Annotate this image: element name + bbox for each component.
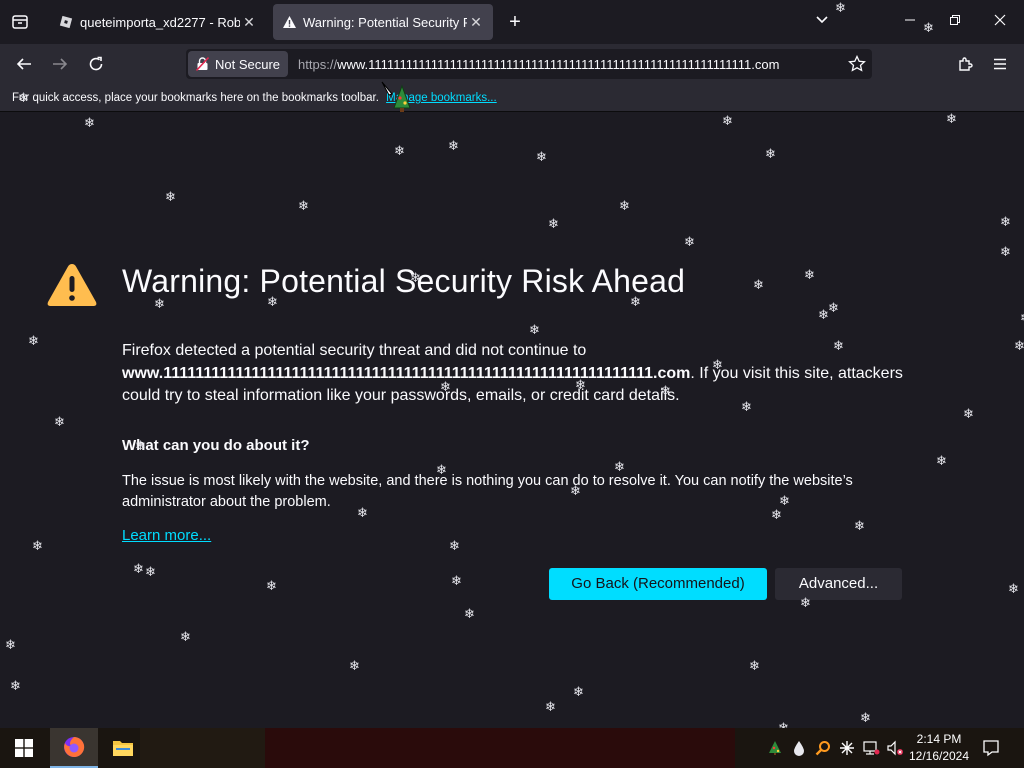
clock-time: 2:14 PM xyxy=(916,732,962,746)
firefox-view-button[interactable] xyxy=(0,0,40,44)
blocked-domain: www.111111111111111111111111111111111111… xyxy=(122,364,691,382)
what-can-you-do-body: The issue is most likely with the websit… xyxy=(122,473,853,510)
taskbar-firefox-button[interactable] xyxy=(50,728,98,768)
go-back-button[interactable]: Go Back (Recommended) xyxy=(549,568,767,600)
error-page: Warning: Potential Security Risk Ahead F… xyxy=(0,113,1024,728)
what-can-you-do-heading: What can you do about it? xyxy=(122,437,310,454)
site-security-button[interactable]: Not Secure xyxy=(188,51,289,77)
windows-logo-icon xyxy=(15,739,33,757)
advanced-button[interactable]: Advanced... xyxy=(775,568,902,600)
tab-title: queteimporta_xd2277 - Roblox xyxy=(80,14,240,30)
start-button[interactable] xyxy=(0,728,48,768)
intro-paragraph: Firefox detected a potential security th… xyxy=(122,340,912,408)
plus-icon: + xyxy=(509,11,521,33)
restore-button[interactable] xyxy=(940,10,970,34)
learn-more-link[interactable]: Learn more... xyxy=(122,527,211,544)
firefox-view-icon xyxy=(12,15,28,29)
tray-search-icon[interactable] xyxy=(812,728,834,768)
chevron-down-icon xyxy=(816,16,828,24)
tab-security-warning[interactable]: Warning: Potential Security Risk Ahead ✕ xyxy=(273,4,493,40)
tray-tree-icon[interactable] xyxy=(764,728,786,768)
notification-icon xyxy=(983,740,999,757)
warning-icon xyxy=(281,14,297,30)
taskbar-clock[interactable]: 2:14 PM 12/16/2024 xyxy=(906,731,972,765)
extensions-button[interactable] xyxy=(954,52,978,76)
back-button[interactable] xyxy=(12,52,36,76)
folder-icon xyxy=(113,741,133,756)
network-icon[interactable] xyxy=(860,728,882,768)
tray-droplet-icon[interactable] xyxy=(788,728,810,768)
tray-sparkle-icon[interactable] xyxy=(836,728,858,768)
close-window-button[interactable] xyxy=(985,10,1015,34)
url-text[interactable]: https://www.1111111111111111111111111111… xyxy=(298,57,872,72)
minimize-icon xyxy=(905,19,915,21)
new-tab-button[interactable]: + xyxy=(503,10,527,34)
intro-prefix: Firefox detected a potential security th… xyxy=(122,342,587,359)
url-protocol: https:// xyxy=(298,56,338,72)
arrow-right-icon xyxy=(53,58,68,70)
hamburger-menu-icon xyxy=(994,58,1006,70)
tab-title: Warning: Potential Security Risk Ahead xyxy=(303,14,467,30)
page-title: Warning: Potential Security Risk Ahead xyxy=(122,263,686,299)
app-menu-button[interactable] xyxy=(988,52,1012,76)
bookmarks-toolbar: For quick access, place your bookmarks h… xyxy=(0,84,1024,112)
christmas-tree-cursor-icon xyxy=(381,81,411,112)
security-label: Not Secure xyxy=(215,56,281,72)
close-tab-icon[interactable]: ✕ xyxy=(467,14,485,31)
forward-button[interactable] xyxy=(48,52,72,76)
minimize-button[interactable] xyxy=(895,10,925,34)
list-all-tabs-button[interactable] xyxy=(815,12,829,28)
tab-roblox[interactable]: queteimporta_xd2277 - Roblox ✕ xyxy=(50,4,266,40)
restore-icon xyxy=(950,15,960,25)
roblox-icon xyxy=(58,14,74,30)
url-host: www.111111111111111111111111111111111111… xyxy=(337,56,780,72)
star-icon xyxy=(848,54,866,72)
arrow-left-icon xyxy=(16,58,31,70)
insecure-lock-icon xyxy=(196,57,209,71)
firefox-icon xyxy=(64,736,85,757)
notifications-button[interactable] xyxy=(978,736,1004,760)
taskbar-background xyxy=(265,728,735,768)
taskbar-background xyxy=(140,728,265,768)
volume-muted-icon[interactable] xyxy=(884,728,906,768)
close-tab-icon[interactable]: ✕ xyxy=(240,14,258,31)
close-icon xyxy=(994,14,1006,26)
bookmarks-empty-message: For quick access, place your bookmarks h… xyxy=(12,92,379,104)
navigation-toolbar: Not Secure https://www.11111111111111111… xyxy=(0,44,1024,84)
reload-icon xyxy=(89,56,103,71)
reload-button[interactable] xyxy=(84,52,108,76)
taskbar: 2:14 PM 12/16/2024 xyxy=(0,728,1024,768)
clock-date: 12/16/2024 xyxy=(908,749,970,763)
taskbar-file-explorer-button[interactable] xyxy=(100,728,146,768)
url-bar[interactable]: Not Secure https://www.11111111111111111… xyxy=(186,49,872,79)
bookmark-star-button[interactable] xyxy=(848,54,866,78)
warning-triangle-icon xyxy=(47,264,97,306)
puzzle-icon xyxy=(959,57,973,71)
